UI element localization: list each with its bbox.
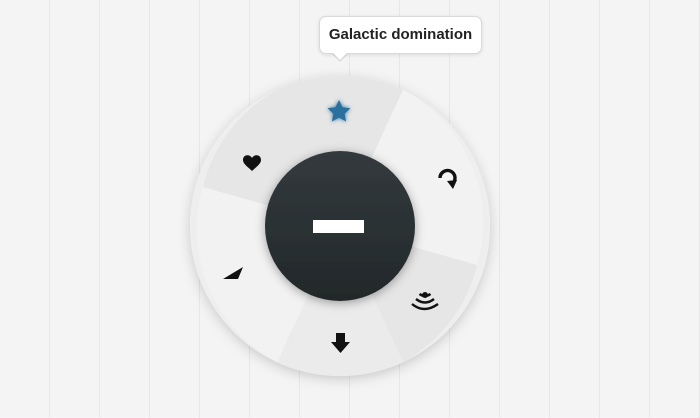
tooltip: Galactic domination [319, 16, 482, 54]
center-button[interactable] [265, 151, 415, 301]
tooltip-text: Galactic domination [328, 26, 473, 43]
radial-menu [190, 76, 490, 376]
minus-icon [313, 220, 364, 233]
tooltip-arrow [333, 53, 347, 60]
radial-menu-stage: Galactic domination [0, 0, 700, 418]
